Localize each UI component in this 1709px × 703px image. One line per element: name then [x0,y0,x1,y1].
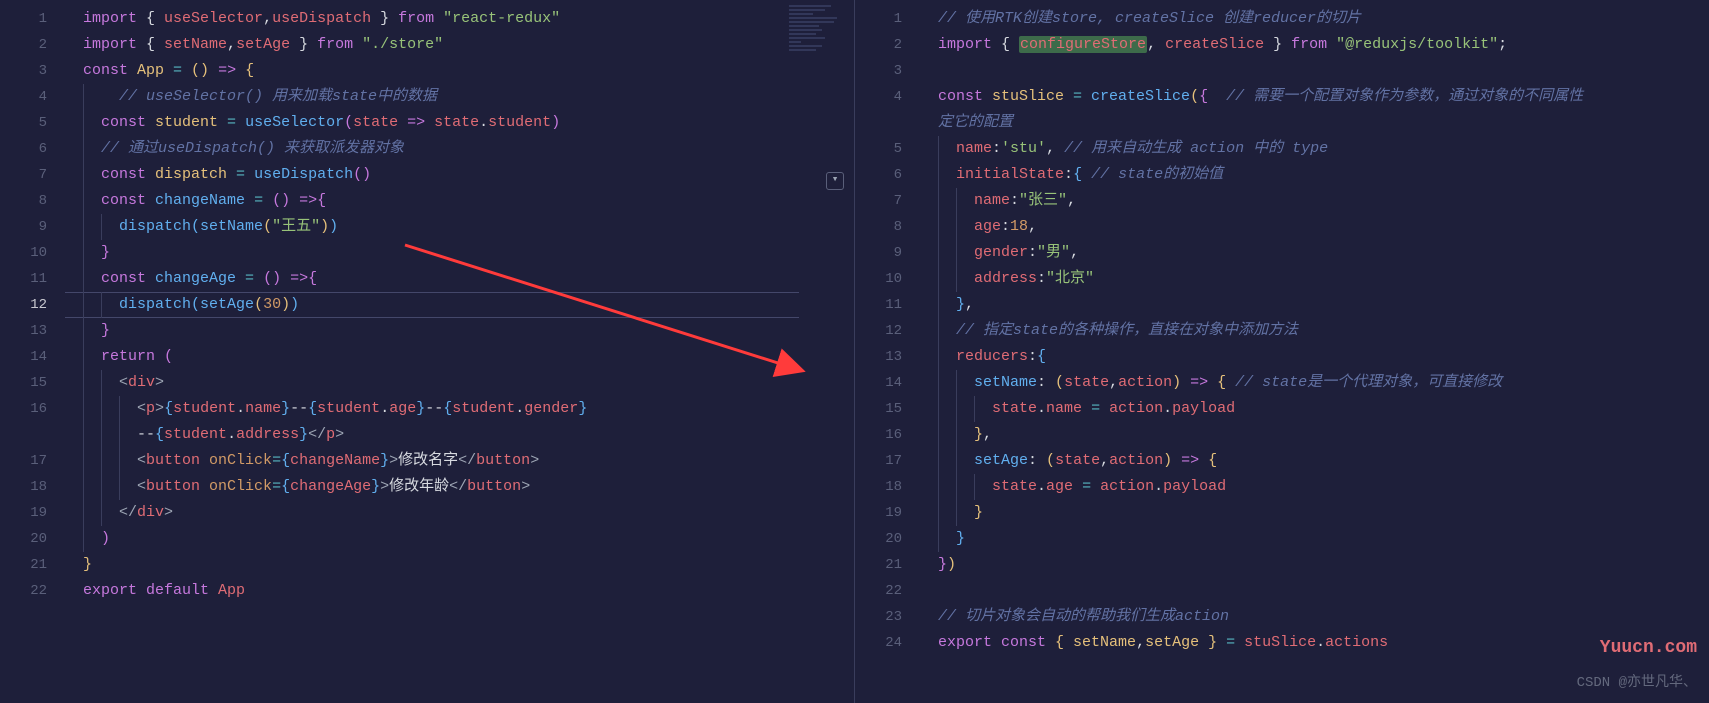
split-editor: ▾ 12345678910111213141516171819202122 im… [0,0,1709,703]
watermark-yuucn: Yuucn.com [1600,638,1697,658]
lines-left[interactable]: import { useSelector,useDispatch } from … [65,0,854,604]
right-editor-pane[interactable]: 123456789101112131415161718192021222324 … [855,0,1709,703]
code-area-left[interactable]: 12345678910111213141516171819202122 impo… [0,0,854,604]
lines-right[interactable]: // 使用RTK创建store, createSlice 创建reducer的切… [920,0,1709,656]
gutter-right: 123456789101112131415161718192021222324 [855,0,920,656]
fold-icon[interactable]: ▾ [826,172,844,190]
left-editor-pane[interactable]: ▾ 12345678910111213141516171819202122 im… [0,0,855,703]
watermark-csdn: CSDN @亦世凡华、 [1577,671,1697,691]
gutter-left: 12345678910111213141516171819202122 [0,0,65,604]
minimap-left[interactable] [789,5,849,65]
code-area-right[interactable]: 123456789101112131415161718192021222324 … [855,0,1709,656]
